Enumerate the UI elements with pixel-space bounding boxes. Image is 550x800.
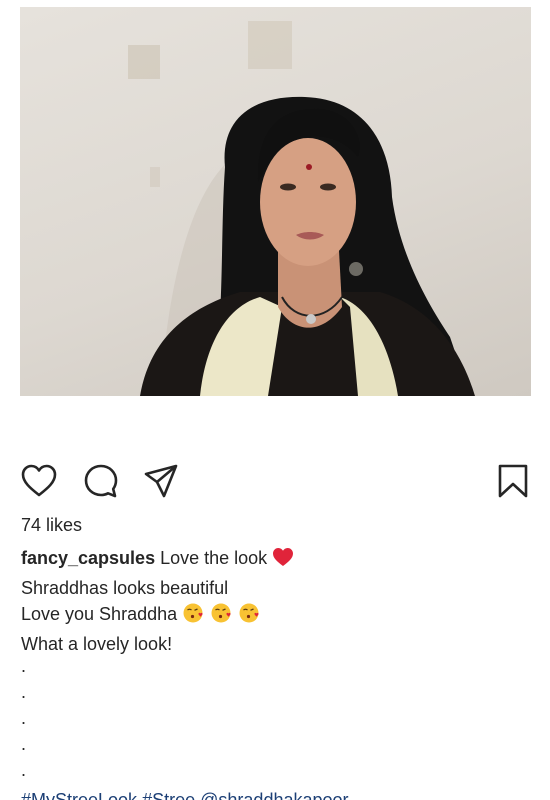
caption-text-1: Love the look [160,548,268,568]
caption-line-3: Love you Shraddha [21,601,531,631]
bookmark-outline-icon[interactable] [494,462,532,500]
likes-count[interactable]: 74 likes [21,515,82,536]
post-caption: fancy_capsules Love the look Shraddhas l… [21,545,531,800]
caption-line-2: Shraddhas looks beautiful [21,577,229,598]
caption-dot: . [21,760,27,780]
caption-dot: . [21,734,27,754]
post-action-bar [0,462,550,502]
face-blowing-kiss-emoji [210,602,233,631]
hashtag-link[interactable]: #Stree [142,790,195,800]
caption-line-4: What a lovely look! [21,633,173,654]
paper-plane-icon[interactable] [142,462,180,500]
face-blowing-kiss-emoji [238,602,261,631]
hashtag-link[interactable]: #MyStreeLook [21,790,137,800]
post-photo[interactable] [20,7,531,396]
heart-outline-icon[interactable] [20,462,58,500]
portrait-illustration [128,21,475,396]
face-blowing-kiss-emoji [182,602,205,631]
caption-dot: . [21,656,27,676]
red-heart-emoji [272,547,294,575]
caption-dot: . [21,708,27,728]
caption-line-1: fancy_capsules Love the look [21,545,531,575]
caption-dot: . [21,682,27,702]
caption-hashtags: #MyStreeLook #Stree @shraddhakapoor [21,787,531,800]
caption-text-3: Love you Shraddha [21,604,178,624]
comment-bubble-icon[interactable] [82,462,120,500]
caption-username[interactable]: fancy_capsules [21,548,155,568]
mention-link[interactable]: @shraddhakapoor [200,790,348,800]
